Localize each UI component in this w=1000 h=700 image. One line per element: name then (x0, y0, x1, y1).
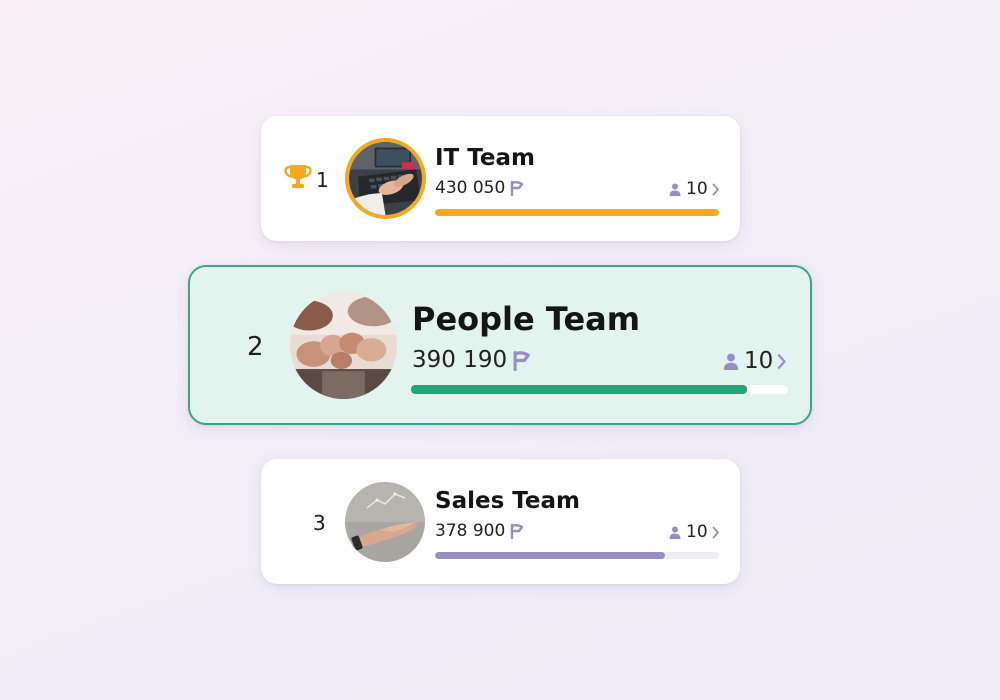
progress-fill (435, 552, 666, 559)
team-card-sales[interactable]: 3 Sales Team 378 900 10 (261, 459, 740, 584)
progress-track (435, 209, 719, 216)
team-score: 430 050 (435, 178, 524, 198)
team-name: IT Team (435, 145, 535, 171)
progress-track (435, 552, 719, 559)
rank-number: 2 (247, 332, 264, 362)
team-photo (345, 482, 425, 562)
trophy-icon (284, 165, 312, 188)
progress-fill (435, 209, 719, 216)
rank-number: 1 (316, 168, 329, 192)
team-members[interactable]: 10 (669, 522, 720, 542)
team-members[interactable]: 10 (669, 179, 720, 199)
members-count: 10 (686, 179, 708, 199)
score-value: 378 900 (435, 521, 506, 541)
team-members[interactable]: 10 (723, 348, 787, 374)
chevron-right-icon[interactable] (712, 526, 720, 539)
members-count: 10 (686, 522, 708, 542)
chevron-right-icon[interactable] (777, 353, 787, 370)
progress-track (411, 385, 788, 394)
team-photo (349, 142, 422, 215)
team-score: 378 900 (435, 521, 524, 541)
team-name: Sales Team (435, 488, 580, 514)
team-name: People Team (412, 300, 641, 338)
flag-icon (511, 180, 524, 196)
person-icon (723, 353, 739, 370)
rank-number: 3 (313, 511, 326, 535)
chevron-right-icon[interactable] (712, 183, 720, 196)
person-icon (669, 526, 681, 539)
person-icon (669, 183, 681, 196)
members-count: 10 (744, 348, 774, 374)
team-photo (290, 292, 397, 399)
score-value: 390 190 (412, 347, 508, 373)
team-avatar (345, 482, 425, 562)
team-score: 390 190 (412, 347, 531, 373)
progress-fill (411, 385, 747, 394)
flag-icon (511, 523, 524, 539)
score-value: 430 050 (435, 178, 506, 198)
team-avatar (290, 292, 397, 399)
team-avatar (345, 138, 426, 219)
team-card-it[interactable]: 1 IT Team 430 050 10 (261, 116, 740, 241)
flag-icon (513, 350, 530, 371)
team-card-people[interactable]: 2 People Team 390 190 10 (188, 265, 812, 425)
